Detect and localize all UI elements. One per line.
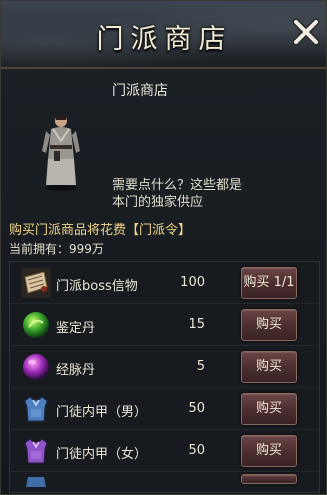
close-button[interactable] [289,15,323,49]
item-price: 15 [188,317,205,332]
item-name: 门徒内甲（女） [56,447,148,462]
buy-button[interactable]: 购买 1/1 [241,267,297,299]
npc-dialog-text: 需要点什么？这些都是本门的独家供应 [112,178,243,210]
item-price: 100 [180,275,205,290]
owned-value: 999万 [69,242,104,256]
list-item: 鉴定丹 15 购买 [10,304,319,346]
list-item: 门徒内甲（女） 50 购买 [10,430,319,472]
list-item: 经脉丹 5 购买 [10,346,319,388]
buy-button-partial[interactable] [241,474,297,484]
npc-portrait [36,111,86,191]
item-price: 50 [188,401,205,416]
list-item: 门派boss信物 100 购买 1/1 [10,262,319,304]
item-name: 门派boss信物 [56,279,138,294]
item-icon-partial [20,477,52,487]
shop-name: 门派商店 [112,83,168,99]
title-bar: 门派商店 [1,1,326,69]
owned-label: 当前拥有： [9,242,70,256]
item-name: 经脉丹 [56,363,96,378]
item-name: 门徒内甲（男） [56,405,148,420]
list-item-partial [10,472,319,487]
buy-button[interactable]: 购买 [241,393,297,425]
scroll-icon [20,267,52,299]
buy-button[interactable]: 购买 [241,435,297,467]
list-item: 门徒内甲（男） 50 购买 [10,388,319,430]
green-pill-icon [20,309,52,341]
currency-cost-notice: 购买门派商品将花费【门派令】 [9,223,192,238]
item-price: 5 [196,359,205,374]
npc-figure-icon [42,114,80,191]
shop-window: 门派商店 门派商店 需要点什么？这些都是本门的独家供应 购买门派商品将花费【门派… [0,0,327,495]
item-list[interactable]: 门派boss信物 100 购买 1/1 鉴定丹 15 购买 经脉丹 5 购买 门… [9,261,320,493]
npc-panel: 门派商店 需要点什么？这些都是本门的独家供应 [1,71,326,210]
window-title: 门派商店 [96,24,233,55]
buy-button[interactable]: 购买 [241,351,297,383]
item-price: 50 [188,443,205,458]
buy-button[interactable]: 购买 [241,309,297,341]
purple-armor-icon [20,435,52,467]
currency-owned: 当前拥有：999万 [9,240,104,257]
item-name: 鉴定丹 [56,321,96,336]
close-icon [292,18,320,46]
blue-armor-icon [20,393,52,425]
purple-pill-icon [20,351,52,383]
